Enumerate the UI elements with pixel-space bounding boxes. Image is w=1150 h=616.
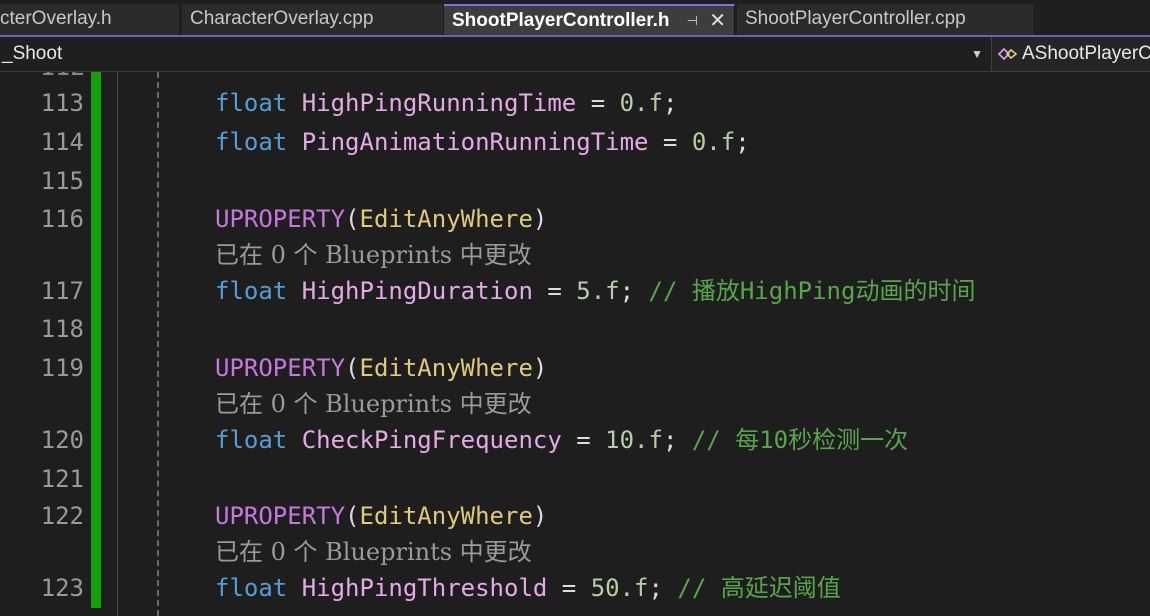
blueprint-usage-hint: 已在 0 个 Blueprints 中更改 — [215, 538, 532, 566]
line-number: 117 — [40, 277, 84, 305]
code-text: float HighPingDuration = 5.f; // 播放HighP… — [215, 277, 976, 305]
tab-character-overlay-cpp[interactable]: CharacterOverlay.cpp — [182, 4, 444, 35]
code-text: float PingAnimationRunningTime = 0.f; — [215, 128, 750, 156]
code-comment: // 每10秒检测一次 — [677, 426, 909, 454]
close-icon[interactable]: ✕ — [709, 6, 726, 35]
tab-label: ShootPlayerController.h — [452, 10, 670, 31]
navigation-bar: _Shoot ▼ AShootPlayerC — [0, 37, 1150, 72]
line-number: 121 — [40, 465, 84, 493]
code-text: float CheckPingFrequency = 10.f; // 每10秒… — [215, 426, 909, 454]
project-name: _Shoot — [2, 43, 63, 64]
codelens-hint[interactable]: 已在 0 个 Blueprints 中更改 — [0, 237, 1150, 275]
code-text: UPROPERTY(EditAnyWhere) — [215, 502, 548, 530]
blueprint-usage-hint: 已在 0 个 Blueprints 中更改 — [215, 390, 532, 418]
class-scope-name: AShootPlayerC — [1022, 43, 1150, 64]
project-dropdown[interactable]: _Shoot ▼ — [0, 37, 992, 71]
code-text: float HighPingRunningTime = 0.f; — [215, 89, 678, 117]
code-line[interactable]: 120 float CheckPingFrequency = 10.f; // … — [0, 421, 1150, 459]
code-text: UPROPERTY(EditAnyWhere) — [215, 354, 548, 382]
code-text: float HighPingThreshold = 50.f; // 高延迟阈值 — [215, 574, 841, 602]
tab-shoot-player-controller-h[interactable]: ShootPlayerController.h ⊣ ✕ — [444, 4, 735, 35]
code-editor[interactable]: 112 113 float HighPingRunningTime = 0.f;… — [0, 72, 1150, 616]
line-number: 119 — [40, 354, 84, 382]
code-line[interactable]: 117 float HighPingDuration = 5.f; // 播放H… — [0, 272, 1150, 310]
code-text: UPROPERTY(EditAnyWhere) — [215, 205, 548, 233]
class-icon — [998, 47, 1018, 61]
codelens-hint[interactable]: 已在 0 个 Blueprints 中更改 — [0, 534, 1150, 572]
line-number: 120 — [40, 426, 84, 454]
code-comment: // 高延迟阈值 — [662, 574, 841, 602]
blueprint-usage-hint: 已在 0 个 Blueprints 中更改 — [215, 241, 532, 269]
code-line[interactable]: 115 — [0, 162, 1150, 200]
line-number: 118 — [40, 315, 84, 343]
code-line[interactable]: 119 UPROPERTY(EditAnyWhere) — [0, 349, 1150, 387]
tab-label: CharacterOverlay.cpp — [190, 8, 374, 29]
line-number: 123 — [40, 574, 84, 602]
tab-shoot-player-controller-cpp[interactable]: ShootPlayerController.cpp — [737, 4, 1035, 35]
pin-icon[interactable]: ⊣ — [687, 6, 698, 35]
tab-label: cterOverlay.h — [0, 8, 112, 29]
code-line[interactable]: 121 — [0, 460, 1150, 498]
dropdown-arrow-icon[interactable]: ▼ — [971, 37, 983, 71]
tab-character-overlay-h[interactable]: cterOverlay.h — [0, 4, 180, 35]
code-line[interactable]: 116 UPROPERTY(EditAnyWhere) — [0, 200, 1150, 238]
codelens-hint[interactable]: 已在 0 个 Blueprints 中更改 — [0, 386, 1150, 424]
code-line[interactable]: 123 float HighPingThreshold = 50.f; // 高… — [0, 569, 1150, 607]
code-comment: // 播放HighPing动画的时间 — [634, 277, 976, 305]
code-line[interactable]: 118 — [0, 310, 1150, 348]
document-tab-strip: cterOverlay.h CharacterOverlay.cpp Shoot… — [0, 0, 1150, 37]
code-line[interactable]: 122 UPROPERTY(EditAnyWhere) — [0, 497, 1150, 535]
code-line[interactable]: 114 float PingAnimationRunningTime = 0.f… — [0, 123, 1150, 161]
line-number: 122 — [40, 502, 84, 530]
line-number: 116 — [40, 205, 84, 233]
tab-label: ShootPlayerController.cpp — [745, 8, 966, 29]
code-line[interactable]: 113 float HighPingRunningTime = 0.f; — [0, 84, 1150, 122]
line-number: 114 — [40, 128, 84, 156]
class-scope-dropdown[interactable]: AShootPlayerC — [994, 37, 1150, 71]
line-number: 112 — [40, 72, 85, 81]
line-number: 115 — [40, 167, 84, 195]
line-number: 113 — [40, 89, 84, 117]
